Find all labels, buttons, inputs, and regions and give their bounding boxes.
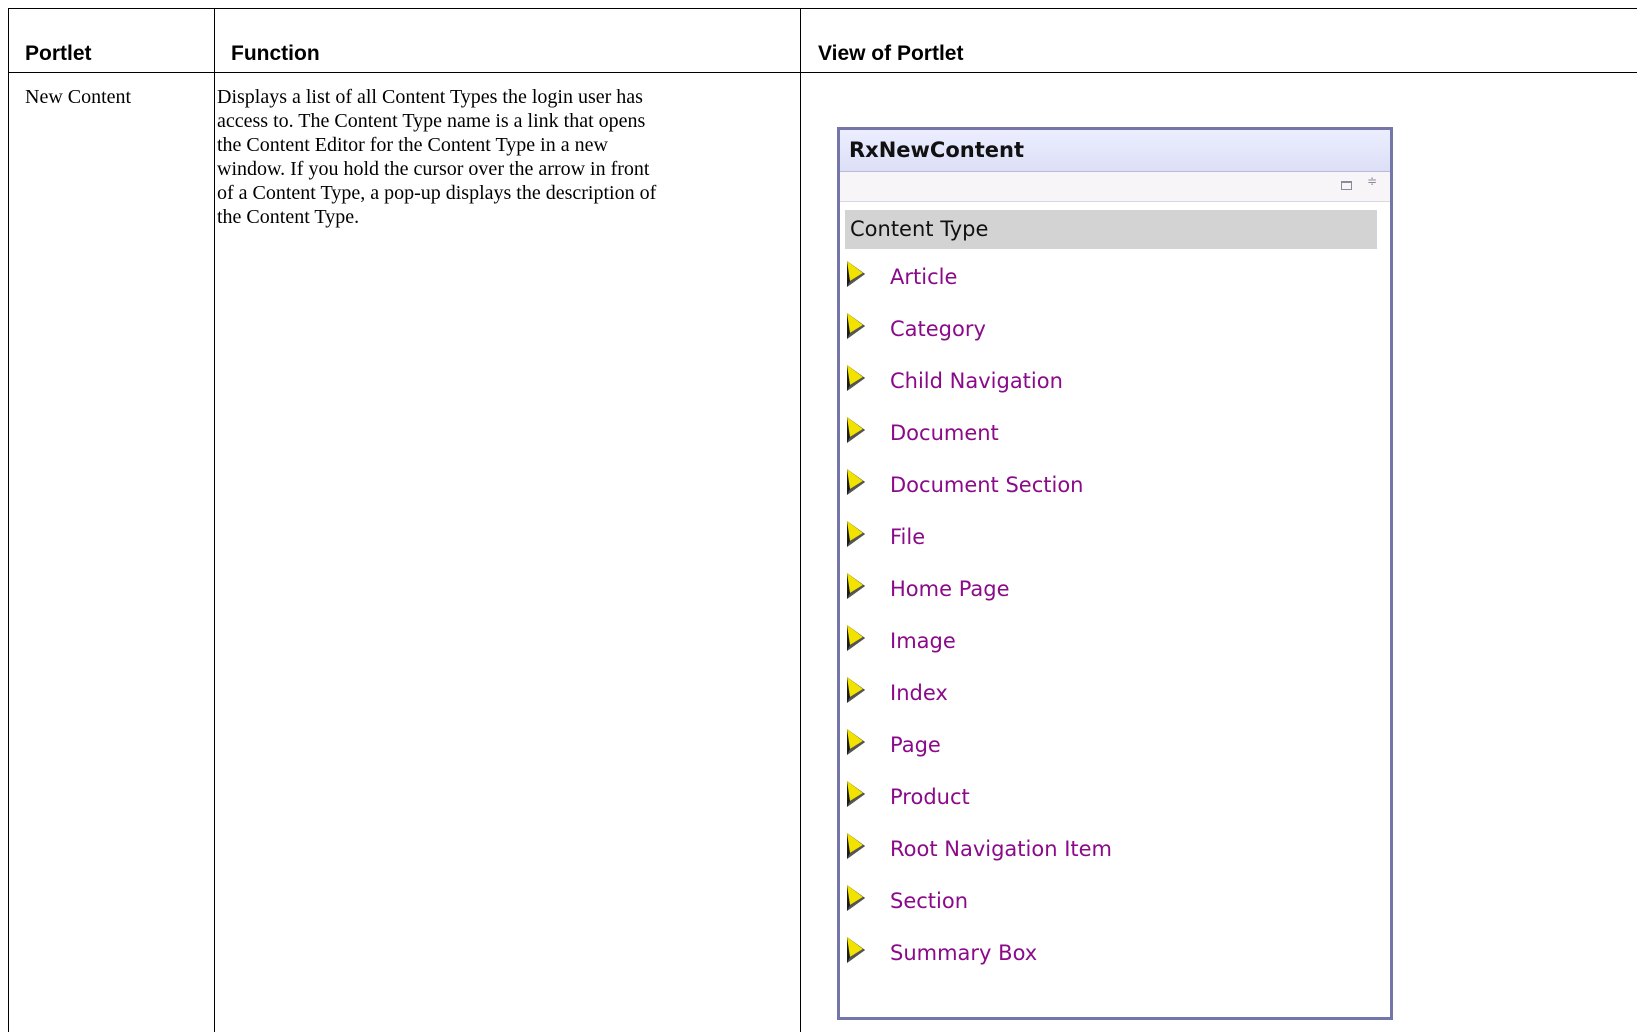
content-type-item: Page <box>840 722 1390 774</box>
function-line: the Content Editor for the Content Type … <box>217 134 608 156</box>
content-type-item: Index <box>840 670 1390 722</box>
header-view-of-portlet: View of Portlet <box>818 42 964 65</box>
column-divider <box>800 9 801 1032</box>
content-type-item: Section <box>840 878 1390 930</box>
content-type-link[interactable]: Section <box>890 889 968 913</box>
arrow-right-icon[interactable] <box>845 364 867 392</box>
arrow-right-icon[interactable] <box>845 676 867 704</box>
maximize-icon[interactable] <box>1341 181 1352 190</box>
function-line: access to. The Content Type name is a li… <box>217 110 646 132</box>
arrow-right-icon[interactable] <box>845 624 867 652</box>
content-type-link[interactable]: Image <box>890 629 956 653</box>
content-type-item: Article <box>840 254 1390 306</box>
content-type-list: Article Category Child Navigation Document D… <box>840 254 1390 982</box>
header-row-divider <box>9 72 1637 73</box>
content-type-item: Root Navigation Item <box>840 826 1390 878</box>
content-type-item: Category <box>840 306 1390 358</box>
content-type-item: Child Navigation <box>840 358 1390 410</box>
content-type-item: Document Section <box>840 462 1390 514</box>
content-type-item: Image <box>840 618 1390 670</box>
function-line: the Content Type. <box>217 206 360 228</box>
content-type-link[interactable]: Summary Box <box>890 941 1037 965</box>
function-line: window. If you hold the cursor over the … <box>217 158 650 180</box>
content-type-item: Home Page <box>840 566 1390 618</box>
function-line: of a Content Type, a pop-up displays the… <box>217 182 657 204</box>
document-page: Portlet Function View of Portlet New Con… <box>0 0 1637 1032</box>
content-type-link[interactable]: Document Section <box>890 473 1084 497</box>
arrow-right-icon[interactable] <box>845 728 867 756</box>
arrow-right-icon[interactable] <box>845 260 867 288</box>
portlet-name-cell: New Content <box>25 86 132 108</box>
header-portlet: Portlet <box>25 42 92 65</box>
content-type-link[interactable]: Page <box>890 733 941 757</box>
arrow-right-icon[interactable] <box>845 312 867 340</box>
arrow-right-icon[interactable] <box>845 884 867 912</box>
content-type-item: File <box>840 514 1390 566</box>
function-line: Displays a list of all Content Types the… <box>217 86 643 108</box>
content-type-link[interactable]: Index <box>890 681 948 705</box>
content-type-link[interactable]: Product <box>890 785 970 809</box>
arrow-right-icon[interactable] <box>845 780 867 808</box>
arrow-right-icon[interactable] <box>845 832 867 860</box>
content-type-item: Document <box>840 410 1390 462</box>
portlet-titlebar: RxNewContent <box>840 130 1390 172</box>
header-function: Function <box>231 42 320 65</box>
content-type-column-header: Content Type <box>845 210 1377 249</box>
arrow-right-icon[interactable] <box>845 936 867 964</box>
content-type-item: Product <box>840 774 1390 826</box>
content-type-header-label: Content Type <box>850 217 989 241</box>
up-down-icon[interactable]: ≑ <box>1366 175 1378 187</box>
rxnewcontent-portlet: RxNewContent ≑ Content Type Article Categ… <box>837 127 1393 1020</box>
arrow-right-icon[interactable] <box>845 572 867 600</box>
content-type-link[interactable]: Home Page <box>890 577 1010 601</box>
content-type-item: Summary Box <box>840 930 1390 982</box>
arrow-right-icon[interactable] <box>845 468 867 496</box>
arrow-right-icon[interactable] <box>845 520 867 548</box>
portlet-title: RxNewContent <box>849 138 1024 162</box>
column-divider <box>214 9 215 1032</box>
content-type-link[interactable]: Document <box>890 421 999 445</box>
content-type-link[interactable]: Category <box>890 317 986 341</box>
portlet-controls-bar: ≑ <box>840 172 1390 202</box>
content-type-link[interactable]: Child Navigation <box>890 369 1063 393</box>
content-type-link[interactable]: File <box>890 525 925 549</box>
content-type-link[interactable]: Root Navigation Item <box>890 837 1112 861</box>
function-description: Displays a list of all Content Types the… <box>217 85 797 229</box>
content-type-link[interactable]: Article <box>890 265 957 289</box>
arrow-right-icon[interactable] <box>845 416 867 444</box>
